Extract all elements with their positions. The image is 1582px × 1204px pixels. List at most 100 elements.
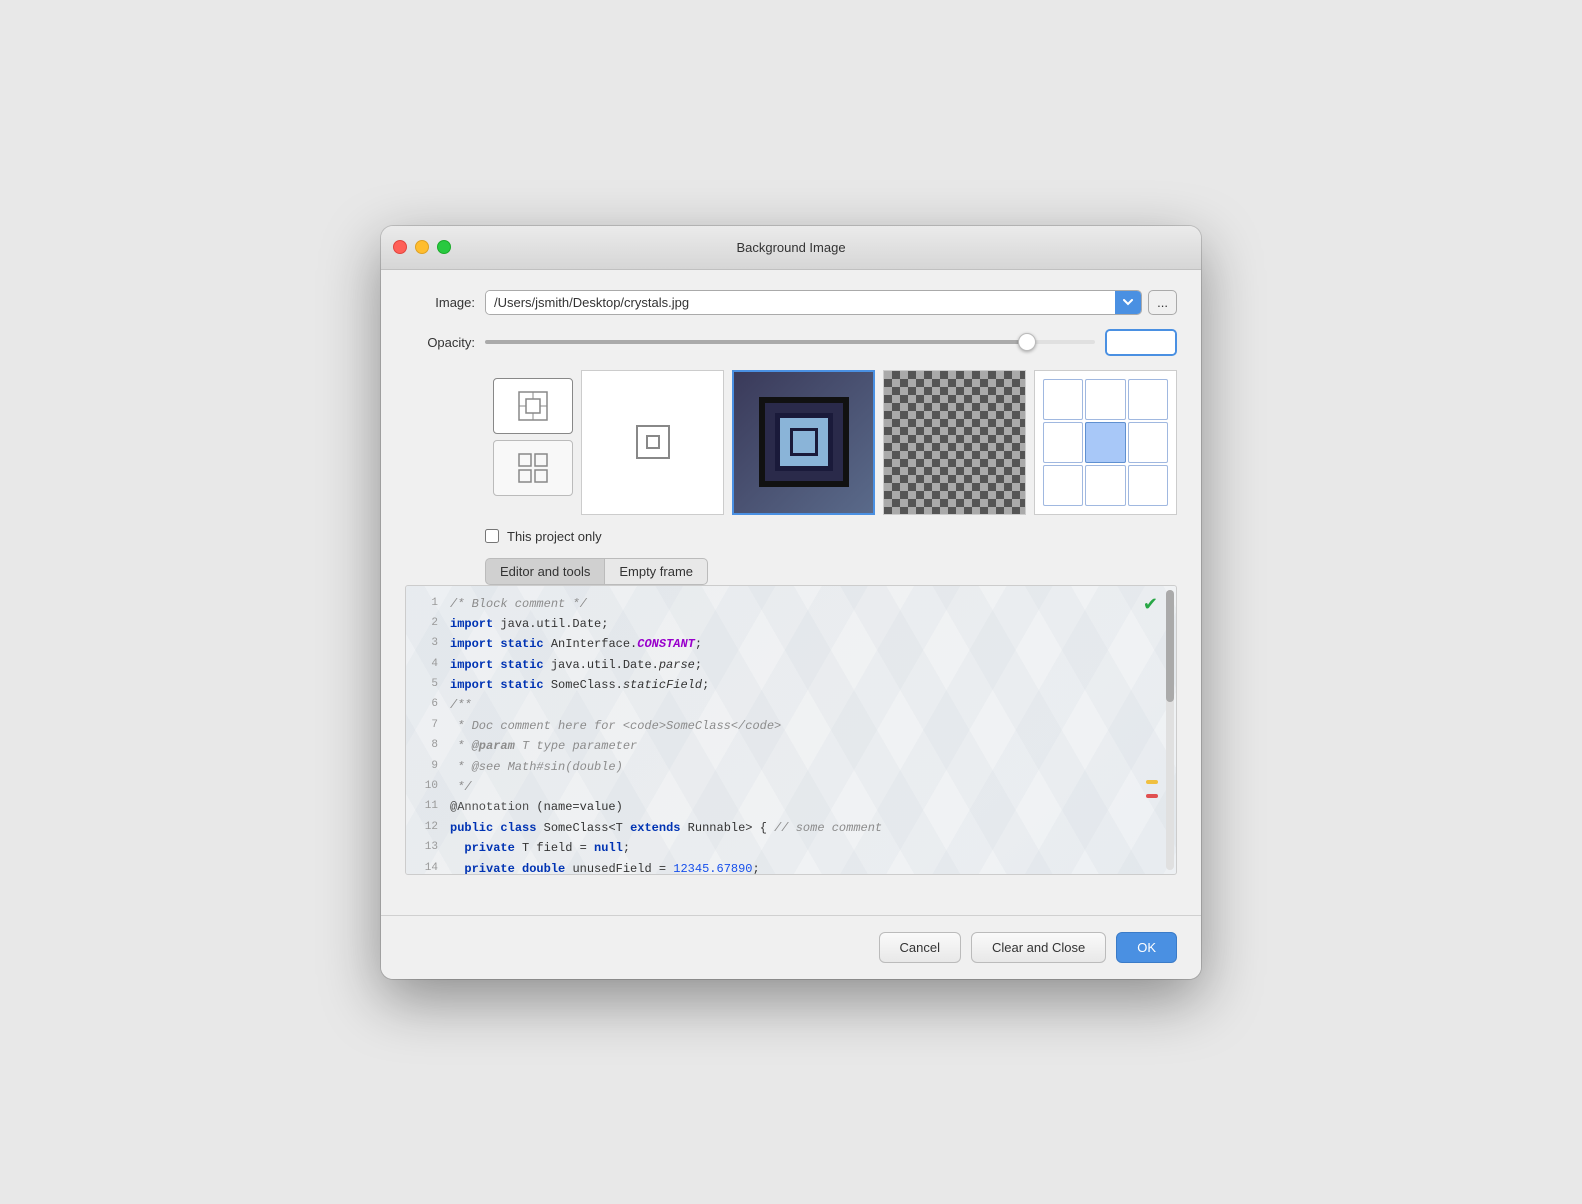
dialog-content: Image: ... Opacity: xyxy=(381,270,1201,915)
tile-layout-icon xyxy=(518,453,548,483)
image-row: Image: ... xyxy=(405,290,1177,315)
scrollbar[interactable] xyxy=(1166,590,1174,870)
layout-center-button[interactable] xyxy=(493,378,573,434)
image-path-input[interactable] xyxy=(486,291,1115,314)
code-line-14: 14 private double unusedField = 12345.67… xyxy=(406,859,1176,875)
code-text: import static AnInterface.CONSTANT; xyxy=(450,634,702,654)
code-text: import static SomeClass.staticField; xyxy=(450,675,709,695)
inner-square xyxy=(790,428,818,456)
code-line-13: 13 private T field = null; xyxy=(406,838,1176,858)
code-text: private T field = null; xyxy=(450,838,630,858)
line-number: 3 xyxy=(410,634,438,654)
code-line-5: 5 import static SomeClass.staticField; xyxy=(406,675,1176,695)
maximize-button[interactable] xyxy=(437,240,451,254)
opacity-row: Opacity: + xyxy=(405,329,1177,356)
code-text: */ xyxy=(450,777,472,797)
code-content: 1 /* Block comment */ 2 import java.util… xyxy=(406,586,1176,875)
grid-cell xyxy=(1128,422,1168,463)
line-number: 7 xyxy=(410,716,438,736)
ok-button[interactable]: OK xyxy=(1116,932,1177,963)
code-editor: ✔ 1 /* Block comment */ 2 import java.ut… xyxy=(405,585,1177,875)
line-number: 6 xyxy=(410,695,438,715)
grid-preview xyxy=(1035,371,1176,514)
code-text: private double unusedField = 12345.67890… xyxy=(450,859,760,875)
image-input-container: ... xyxy=(485,290,1177,315)
line-number: 13 xyxy=(410,838,438,858)
preview-section xyxy=(405,370,1177,515)
grid-cell xyxy=(1128,465,1168,506)
line-number: 4 xyxy=(410,655,438,675)
line-number: 5 xyxy=(410,675,438,695)
grid-cell-center xyxy=(1085,422,1125,463)
checker-pattern xyxy=(884,371,1025,514)
code-text: @Annotation (name=value) xyxy=(450,797,623,817)
line-number: 11 xyxy=(410,797,438,817)
minimize-button[interactable] xyxy=(415,240,429,254)
code-text: * @see Math#sin(double) xyxy=(450,757,623,777)
code-text: * Doc comment here for <code>SomeClass</… xyxy=(450,716,781,736)
preview-tile-nested[interactable] xyxy=(732,370,875,515)
chevron-down-icon xyxy=(1123,299,1133,306)
outer-square xyxy=(759,397,849,487)
code-text: import java.util.Date; xyxy=(450,614,608,634)
dropdown-button[interactable] xyxy=(1115,291,1141,314)
opacity-input[interactable] xyxy=(1107,331,1177,354)
dialog-footer: Cancel Clear and Close OK xyxy=(381,915,1201,979)
cancel-button[interactable]: Cancel xyxy=(879,932,961,963)
project-only-label[interactable]: This project only xyxy=(507,529,602,544)
check-icon: ✔ xyxy=(1143,594,1158,615)
clear-close-button[interactable]: Clear and Close xyxy=(971,932,1106,963)
path-input-wrapper xyxy=(485,290,1142,315)
browse-button[interactable]: ... xyxy=(1148,290,1177,315)
nested-squares-preview xyxy=(734,372,873,513)
code-line-12: 12 public class SomeClass<T extends Runn… xyxy=(406,818,1176,838)
close-button[interactable] xyxy=(393,240,407,254)
code-line-10: 10 */ xyxy=(406,777,1176,797)
image-label: Image: xyxy=(405,295,475,310)
opacity-slider[interactable] xyxy=(485,340,1095,344)
code-line-3: 3 import static AnInterface.CONSTANT; xyxy=(406,634,1176,654)
line-number: 1 xyxy=(410,594,438,614)
layout-tile-button[interactable] xyxy=(493,440,573,496)
center-icon xyxy=(582,371,723,514)
grid-cell xyxy=(1043,379,1083,420)
dialog-window: Background Image Image: ... Opacity: xyxy=(381,226,1201,979)
preview-tile-grid[interactable] xyxy=(1034,370,1177,515)
grid-cell xyxy=(1085,465,1125,506)
slider-container xyxy=(485,340,1095,344)
code-text: /* Block comment */ xyxy=(450,594,587,614)
tab-editor-tools[interactable]: Editor and tools xyxy=(485,558,604,585)
code-line-6: 6 /** xyxy=(406,695,1176,715)
line-number: 8 xyxy=(410,736,438,756)
code-text: public class SomeClass<T extends Runnabl… xyxy=(450,818,882,838)
opacity-value-container: + xyxy=(1105,329,1177,356)
traffic-lights xyxy=(393,240,451,254)
preview-tile-checker[interactable] xyxy=(883,370,1026,515)
grid-cell xyxy=(1043,465,1083,506)
marker-red xyxy=(1146,794,1158,798)
code-line-8: 8 * @param T type parameter xyxy=(406,736,1176,756)
titlebar: Background Image xyxy=(381,226,1201,270)
center-layout-icon xyxy=(518,391,548,421)
grid-cell xyxy=(1085,379,1125,420)
code-text: /** xyxy=(450,695,472,715)
line-number: 9 xyxy=(410,757,438,777)
window-title: Background Image xyxy=(736,240,845,255)
code-line-4: 4 import static java.util.Date.parse; xyxy=(406,655,1176,675)
project-only-checkbox[interactable] xyxy=(485,529,499,543)
layout-buttons xyxy=(493,370,573,496)
checkbox-row: This project only xyxy=(405,529,1177,544)
tabs-row: Editor and tools Empty frame xyxy=(405,558,1177,585)
code-line-11: 11 @Annotation (name=value) xyxy=(406,797,1176,817)
grid-cell xyxy=(1128,379,1168,420)
code-text: import static java.util.Date.parse; xyxy=(450,655,702,675)
code-line-7: 7 * Doc comment here for <code>SomeClass… xyxy=(406,716,1176,736)
tab-empty-frame[interactable]: Empty frame xyxy=(604,558,708,585)
preview-tile-center[interactable] xyxy=(581,370,724,515)
scrollbar-thumb xyxy=(1166,590,1174,702)
marker-yellow xyxy=(1146,780,1158,784)
code-text: * @param T type parameter xyxy=(450,736,637,756)
code-line-9: 9 * @see Math#sin(double) xyxy=(406,757,1176,777)
line-number: 14 xyxy=(410,859,438,875)
code-line-2: 2 import java.util.Date; xyxy=(406,614,1176,634)
